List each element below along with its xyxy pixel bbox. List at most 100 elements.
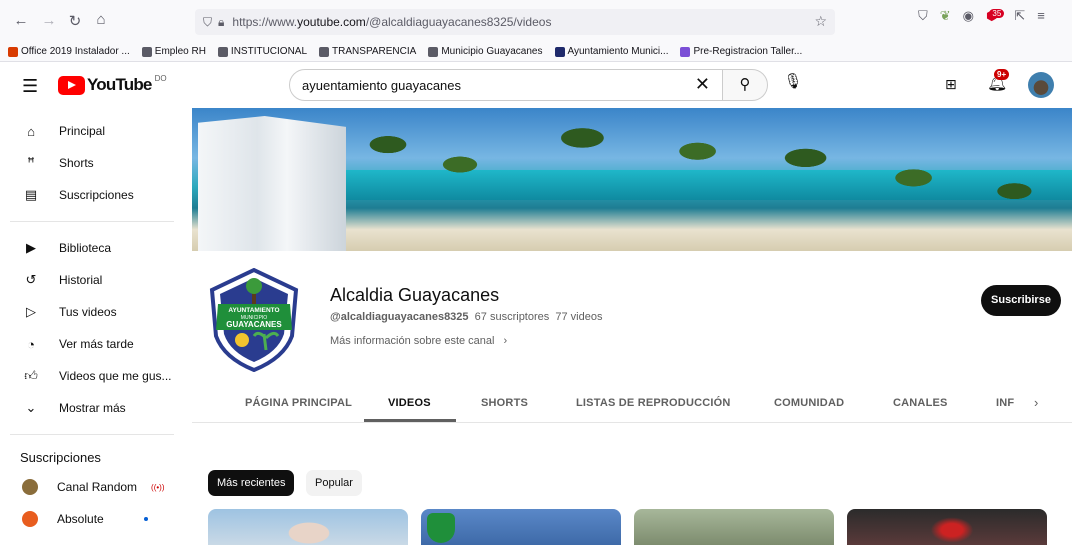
pocket-icon[interactable]: ⛉ <box>918 8 928 24</box>
subscription-label: Canal Random <box>57 480 138 494</box>
bookmark-icon <box>141 46 152 57</box>
banner-building <box>198 116 346 251</box>
extension-icon[interactable]: ❦ <box>940 8 951 24</box>
browser-toolbar: ← → ↻ ⌂ ⛉ 🔒︎ https://www. youtube.com/@al… <box>0 0 1072 42</box>
url-bar[interactable]: ⛉ 🔒︎ https://www. youtube.com/@alcaldiagu… <box>195 9 835 35</box>
bookmark-item[interactable]: Pre-Registracion Taller... <box>680 46 802 57</box>
thumbnail-figure <box>927 515 977 545</box>
url-path: /@alcaldiaguayacanes8325/videos <box>365 15 552 29</box>
avatar[interactable] <box>1028 72 1054 98</box>
subscription-item[interactable]: Absolute <box>0 503 184 535</box>
sidebar-item-label: Suscripciones <box>59 188 134 202</box>
banner-palm-trees <box>352 118 1072 251</box>
new-content-dot-icon <box>143 517 148 521</box>
tab-inf[interactable]: INF <box>996 397 1014 409</box>
tab-canales[interactable]: CANALES <box>893 397 948 409</box>
bookmark-item[interactable]: Office 2019 Instalador ... <box>8 46 130 57</box>
channel-logo[interactable]: AYUNTAMIENTO MUNICIPIO GUAYACANES <box>208 268 300 372</box>
shorts-icon: ꟸ <box>27 155 35 170</box>
search-button[interactable]: ⚲ <box>722 69 768 101</box>
clear-search-icon[interactable]: ✕ <box>695 74 710 95</box>
bookmark-label: INSTITUCIONAL <box>230 46 308 57</box>
video-count: 77 videos <box>555 311 603 323</box>
tabs-scroll-right-icon[interactable]: › <box>1034 395 1038 410</box>
subscriptions-icon: ▤ <box>24 187 38 202</box>
bookmark-label: TRANSPARENCIA <box>332 46 417 57</box>
voice-search-button[interactable]: 🎙︎ <box>781 72 805 96</box>
subscription-item[interactable]: Canal Random ((•)) <box>0 471 184 503</box>
url-prefix: https://www. <box>232 15 298 29</box>
sidebar-item-suscripciones[interactable]: ▤ Suscripciones <box>0 179 184 211</box>
menu-icon[interactable]: ≡ <box>1037 8 1045 24</box>
reload-icon[interactable]: ↻ <box>64 12 86 30</box>
sidebar-divider <box>10 221 174 222</box>
sidebar-divider <box>10 434 174 435</box>
bookmark-icon <box>8 46 18 57</box>
bookmark-label: Empleo RH <box>154 46 206 57</box>
sidebar-item-label: Historial <box>59 273 103 287</box>
bookmark-item[interactable]: Empleo RH <box>141 46 206 57</box>
bookmark-item[interactable]: TRANSPARENCIA <box>319 46 416 57</box>
sidebar-item-ver-más-tarde[interactable]: ◔ Ver más tarde <box>0 328 184 360</box>
logo-text-top: AYUNTAMIENTO <box>228 307 279 314</box>
share-icon[interactable]: ⇱ <box>1014 8 1025 24</box>
channel-tabs: PÁGINA PRINCIPAL VIDEOS SHORTS LISTAS DE RE… <box>192 386 1072 423</box>
more-info-label: Más información sobre este canal <box>330 335 495 347</box>
video-thumbnail[interactable] <box>634 509 834 545</box>
search-value: ayuentamiento guayacanes <box>302 77 462 93</box>
tab-videos[interactable]: VIDEOS <box>388 397 431 409</box>
video-thumbnail[interactable] <box>847 509 1047 545</box>
chevron-down-icon: ⌄ <box>25 400 37 415</box>
subscribe-button[interactable]: Suscribirse <box>981 285 1061 316</box>
video-thumbnail[interactable] <box>421 509 621 545</box>
create-video-icon[interactable]: ⊞ <box>945 76 957 93</box>
forward-arrow-icon[interactable]: → <box>38 12 60 29</box>
sidebar-item-videos-que-me-gus[interactable]: 👍︎ Videos que me gus... <box>0 360 184 392</box>
back-arrow-icon[interactable]: ← <box>10 12 32 29</box>
bookmark-icon <box>554 46 565 57</box>
sidebar-item-mostrar-más[interactable]: ⌄ Mostrar más <box>0 392 184 424</box>
youtube-play-icon <box>58 75 85 95</box>
bookmark-item[interactable]: Ayuntamiento Munici... <box>554 46 668 57</box>
sidebar-item-label: Biblioteca <box>59 241 112 255</box>
tab-listas-de-reproducción[interactable]: LISTAS DE REPRODUCCIÓN <box>576 397 731 409</box>
sidebar-item-label: Videos que me gus... <box>59 369 172 383</box>
chevron-right-icon: › <box>503 335 508 347</box>
extension-icon[interactable]: ⬢35 <box>986 8 1012 24</box>
bookmark-icon <box>319 46 330 57</box>
like-icon: 👍︎ <box>24 368 38 383</box>
yt-header: ☰ YouTube DO ayuentamiento guayacanes ✕ … <box>0 62 1072 108</box>
home-icon[interactable]: ⌂ <box>90 11 112 28</box>
chip-latest[interactable]: Más recientes <box>208 470 295 496</box>
logo-text: YouTube <box>87 75 152 94</box>
url-host: youtube.com <box>297 15 366 29</box>
channel-handle: @alcaldiaguayacanes8325 <box>330 311 469 323</box>
sidebar-item-biblioteca[interactable]: ▶ Biblioteca <box>0 232 184 264</box>
hamburger-menu-icon[interactable]: ☰ <box>22 76 38 97</box>
chip-popular[interactable]: Popular <box>306 470 362 496</box>
channel-avatar <box>22 479 38 495</box>
shield-icon: ⛉ <box>203 14 213 29</box>
extension-icon[interactable]: ◉ <box>963 8 974 24</box>
youtube-logo[interactable]: YouTube DO <box>58 74 167 95</box>
live-indicator-icon: ((•)) <box>151 482 165 492</box>
search-input[interactable]: ayuentamiento guayacanes ✕ <box>289 69 723 101</box>
library-icon: ▶ <box>26 240 36 255</box>
sidebar-item-principal[interactable]: ⌂ Principal <box>0 115 184 147</box>
channel-avatar <box>22 511 38 527</box>
tab-página-principal[interactable]: PÁGINA PRINCIPAL <box>245 397 352 409</box>
more-info-link[interactable]: Más información sobre este canal › <box>330 335 507 347</box>
video-thumbnail[interactable] <box>208 509 408 545</box>
tab-shorts[interactable]: SHORTS <box>481 397 528 409</box>
bookmark-star-icon[interactable]: ☆ <box>814 13 827 30</box>
bookmark-item[interactable]: Municipio Guayacanes <box>428 46 543 57</box>
bookmark-label: Municipio Guayacanes <box>441 46 543 57</box>
channel-name: Alcaldia Guayacanes <box>330 285 500 305</box>
tab-comunidad[interactable]: COMUNIDAD <box>774 397 844 409</box>
sidebar-item-historial[interactable]: ↺ Historial <box>0 264 184 296</box>
bookmark-item[interactable]: INSTITUCIONAL <box>217 46 308 57</box>
channel-meta: @alcaldiaguayacanes8325 67 suscriptores … <box>330 311 602 323</box>
sidebar-item-tus-videos[interactable]: ▷ Tus videos <box>0 296 184 328</box>
bookmark-icon <box>217 46 228 57</box>
sidebar-item-shorts[interactable]: ꟸ Shorts <box>0 147 184 179</box>
